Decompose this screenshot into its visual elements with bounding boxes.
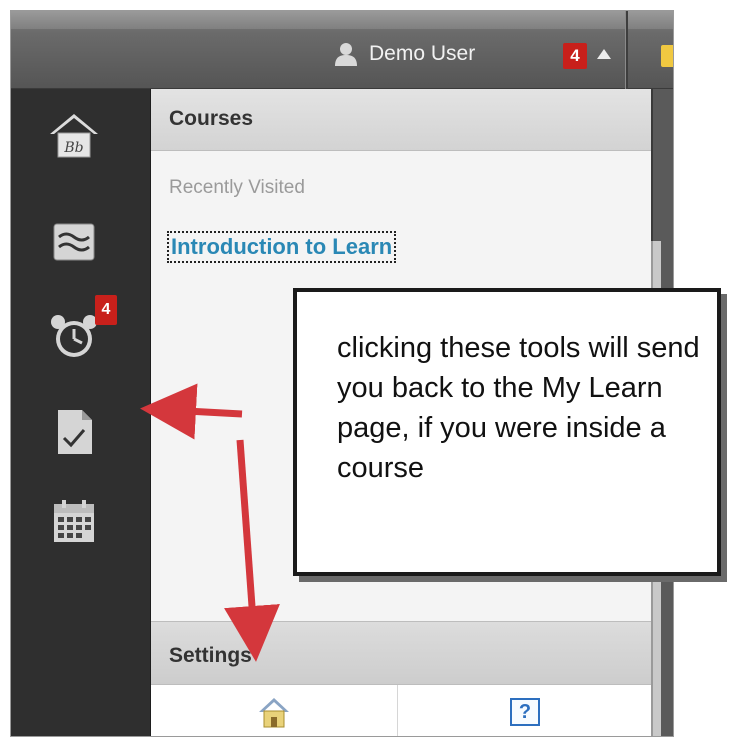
- courses-header: Courses: [151, 89, 651, 151]
- user-menu[interactable]: Demo User: [333, 41, 475, 67]
- graded-doc-icon[interactable]: [41, 399, 107, 465]
- updates-icon[interactable]: [41, 209, 107, 275]
- home-settings-button[interactable]: [151, 685, 398, 736]
- courses-title: Courses: [169, 107, 254, 130]
- course-link[interactable]: Introduction to Learn: [167, 231, 397, 263]
- bb-home-icon[interactable]: Bb: [41, 103, 107, 169]
- callout-text: clicking these tools will send you back …: [337, 332, 700, 484]
- caret-up-icon[interactable]: [597, 49, 611, 59]
- settings-header: Settings: [151, 621, 651, 685]
- tools-sidebar: Bb 4: [11, 89, 151, 736]
- home-icon: [259, 697, 289, 727]
- notification-badge[interactable]: 4: [563, 43, 587, 69]
- callout-box: clicking these tools will send you back …: [293, 288, 721, 576]
- calendar-icon[interactable]: [41, 489, 107, 555]
- help-icon: ?: [510, 697, 540, 726]
- recently-visited-label: Recently Visited: [169, 177, 305, 198]
- settings-row: ?: [151, 685, 651, 736]
- help-button[interactable]: ?: [399, 685, 651, 736]
- user-name: Demo User: [369, 42, 476, 65]
- svg-text:Bb: Bb: [63, 140, 83, 156]
- settings-title: Settings: [169, 644, 252, 667]
- user-icon: [335, 43, 357, 66]
- alarm-badge: 4: [95, 295, 117, 325]
- top-bar-highlight: [11, 11, 673, 29]
- folder-icon[interactable]: [661, 45, 673, 67]
- top-bar: Demo User 4: [11, 11, 673, 89]
- top-bar-divider: [625, 11, 628, 89]
